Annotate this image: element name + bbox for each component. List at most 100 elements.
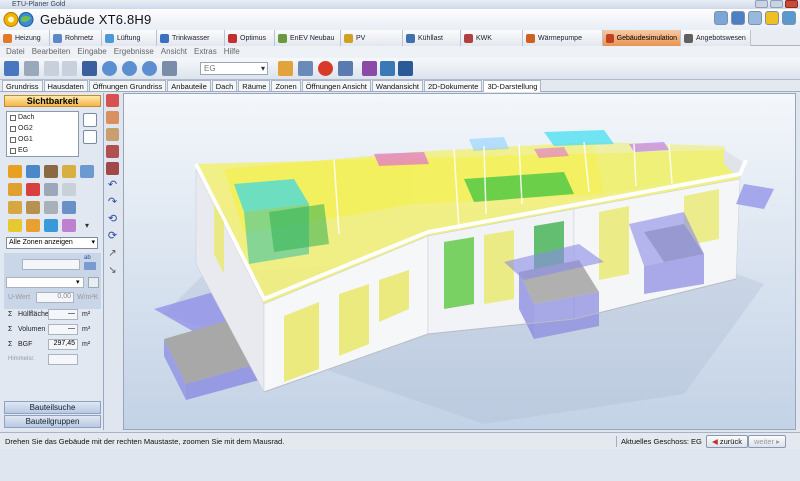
basement-icon[interactable]: [26, 201, 40, 214]
rotate-left-icon[interactable]: ↶: [106, 179, 119, 192]
view-tab-10[interactable]: 3D-Darstellung: [483, 80, 542, 92]
view-top-icon[interactable]: [106, 145, 119, 158]
view-tab-4[interactable]: Dach: [211, 80, 238, 91]
module-tab-11[interactable]: Angebotswesen: [681, 30, 751, 46]
rotate-right-icon[interactable]: ↷: [106, 196, 119, 209]
floor-tree-item[interactable]: OG2: [7, 123, 78, 134]
copy-floor-icon[interactable]: [278, 61, 293, 76]
module-tab-6[interactable]: PV: [341, 30, 403, 46]
attic-icon[interactable]: [44, 201, 58, 214]
area-icon[interactable]: [62, 183, 76, 196]
view-3d-icon[interactable]: [106, 94, 119, 107]
rotate-down-icon[interactable]: ⟳: [106, 230, 119, 243]
module-tab-7[interactable]: Kühllast: [403, 30, 461, 46]
module-tab-9[interactable]: Wärmepumpe: [523, 30, 603, 46]
search-field[interactable]: [22, 259, 80, 270]
bgf-field[interactable]: 297,45: [48, 339, 78, 350]
module-tab-8[interactable]: KWK: [461, 30, 523, 46]
checkbox-icon[interactable]: [10, 125, 16, 132]
uncheck-all-icon[interactable]: [83, 130, 97, 144]
check-all-icon[interactable]: [83, 113, 97, 127]
undo-icon[interactable]: [44, 61, 59, 76]
redo-icon[interactable]: [62, 61, 77, 76]
info-icon[interactable]: [748, 11, 762, 25]
new-icon[interactable]: [4, 61, 19, 76]
module-tab-5[interactable]: EnEV Neubau: [275, 30, 341, 46]
menu-item-0[interactable]: Datei: [6, 46, 25, 58]
checkbox-icon[interactable]: [10, 147, 16, 154]
building-3d-model[interactable]: [124, 94, 796, 430]
component-select-arrow[interactable]: ▾: [76, 278, 80, 286]
star-icon[interactable]: [765, 11, 779, 25]
update-icon[interactable]: [782, 11, 796, 25]
room-icon[interactable]: [44, 183, 58, 196]
floor-tree-item[interactable]: OG1: [7, 134, 78, 145]
ground-icon[interactable]: [8, 201, 22, 214]
module-tab-3[interactable]: Trinkwasser: [157, 30, 225, 46]
wall-icon[interactable]: [8, 165, 22, 178]
zoom-fit-icon[interactable]: [142, 61, 157, 76]
zoom-in-icon[interactable]: [102, 61, 117, 76]
report-icon[interactable]: [362, 61, 377, 76]
pan-icon[interactable]: ↘: [106, 264, 119, 277]
settings-icon[interactable]: [714, 11, 728, 25]
menu-item-6[interactable]: Hilfe: [224, 46, 240, 58]
maximize-button[interactable]: [770, 0, 783, 8]
module-tab-4[interactable]: Optimus: [225, 30, 275, 46]
sort-icon[interactable]: [84, 262, 96, 270]
view-tab-3[interactable]: Anbauteile: [167, 80, 211, 91]
himmelsrichtung-field[interactable]: [48, 354, 78, 365]
view-tab-5[interactable]: Räume: [238, 80, 271, 91]
save-icon[interactable]: [82, 61, 97, 76]
export-icon[interactable]: [398, 61, 413, 76]
bauteilgruppen-button[interactable]: Bauteilgruppen: [4, 415, 101, 428]
minimize-button[interactable]: [755, 0, 768, 8]
view-tab-8[interactable]: Wandansicht: [371, 80, 423, 91]
door-icon[interactable]: [44, 165, 58, 178]
import-icon[interactable]: [298, 61, 313, 76]
floor-tree-item[interactable]: Dach: [7, 112, 78, 123]
view-tab-2[interactable]: Öffnungen Grundriss: [88, 80, 167, 91]
menu-item-3[interactable]: Ergebnisse: [114, 46, 154, 58]
view-tab-0[interactable]: Grundriss: [2, 80, 43, 91]
module-tab-2[interactable]: Lüftung: [102, 30, 157, 46]
zone-icon[interactable]: [26, 183, 40, 196]
rotate-up-icon[interactable]: ⟲: [106, 213, 119, 226]
3d-viewport[interactable]: [123, 93, 796, 430]
menu-item-4[interactable]: Ansicht: [161, 46, 187, 58]
checkbox-icon[interactable]: [10, 136, 16, 143]
view-tab-7[interactable]: Öffnungen Ansicht: [301, 80, 371, 91]
view-iso-icon[interactable]: [106, 162, 119, 175]
menu-item-2[interactable]: Eingabe: [77, 46, 106, 58]
blue-zone-icon[interactable]: [44, 219, 58, 232]
module-tab-10[interactable]: Gebäudesimulation: [603, 30, 681, 46]
zone-filter-select[interactable]: Alle Zonen anzeigen: [6, 237, 98, 249]
view-front-icon[interactable]: [106, 111, 119, 124]
module-tab-0[interactable]: Heizung: [0, 30, 50, 46]
component-select[interactable]: [6, 277, 84, 288]
view-tab-9[interactable]: 2D-Dokumente: [423, 80, 483, 91]
window-icon[interactable]: [26, 165, 40, 178]
uwert-field[interactable]: 0,00: [36, 292, 74, 303]
green-zone-icon[interactable]: [26, 219, 40, 232]
floor-select[interactable]: EG: [200, 62, 268, 75]
roof-icon[interactable]: [80, 165, 94, 178]
view-tab-1[interactable]: Hausdaten: [43, 80, 88, 91]
ceiling-icon[interactable]: [62, 165, 76, 178]
zoom-out-icon[interactable]: [122, 61, 137, 76]
volumen-field[interactable]: —: [48, 324, 78, 335]
warning-icon[interactable]: [318, 61, 333, 76]
more-icon[interactable]: ▾: [80, 219, 94, 232]
floor-icon[interactable]: [8, 183, 22, 196]
energy-icon[interactable]: [380, 61, 395, 76]
view-tab-6[interactable]: Zonen: [271, 80, 301, 91]
huellflaeche-field[interactable]: —: [48, 309, 78, 320]
transfer-icon[interactable]: [338, 61, 353, 76]
bauteilsuche-button[interactable]: Bauteilsuche: [4, 401, 101, 414]
back-button[interactable]: ◀ zurück: [706, 435, 748, 448]
next-button[interactable]: weiter ▸: [748, 435, 786, 448]
module-tab-1[interactable]: Rohrnetz: [50, 30, 102, 46]
view-side-icon[interactable]: [106, 128, 119, 141]
lookup-icon[interactable]: [88, 277, 99, 288]
balcony-icon[interactable]: [62, 201, 76, 214]
